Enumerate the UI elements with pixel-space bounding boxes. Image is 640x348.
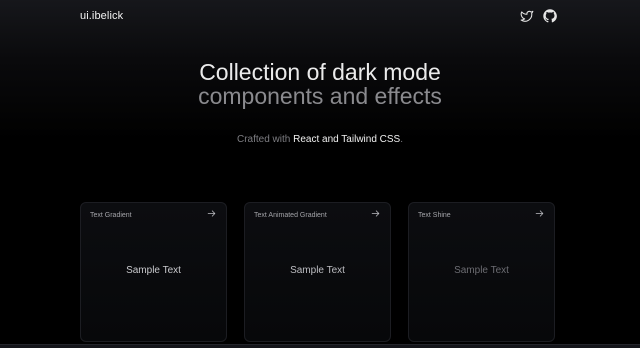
subtitle-suffix: .	[400, 134, 404, 145]
arrow-right-icon[interactable]	[535, 209, 544, 218]
site-header: ui.ibelick	[0, 0, 640, 34]
subtitle-prefix: Crafted with	[236, 134, 294, 145]
arrow-right-icon[interactable]	[371, 209, 380, 218]
sample-text: Sample Text	[454, 265, 509, 276]
card-text-shine[interactable]: Text Shine Sample Text	[408, 202, 555, 342]
twitter-icon[interactable]	[520, 9, 534, 23]
site-logo[interactable]: ui.ibelick	[80, 10, 123, 22]
hero-title-line2: components and effects	[198, 83, 442, 109]
arrow-right-icon[interactable]	[207, 209, 216, 218]
subtitle-highlight: React and Tailwind CSS	[293, 134, 401, 145]
bottom-divider	[0, 344, 640, 348]
hero-title-line1: Collection of dark mode	[199, 59, 441, 85]
card-text-gradient[interactable]: Text Gradient Sample Text	[80, 202, 227, 342]
card-title: Text Animated Gradient	[254, 212, 327, 219]
card-title: Text Gradient	[90, 212, 132, 219]
sample-text: Sample Text	[290, 265, 345, 276]
github-icon[interactable]	[543, 9, 557, 23]
page: ui.ibelick Collection of dark mode compo…	[0, 0, 640, 348]
hero-subtitle: Crafted with React and Tailwind CSS.	[0, 134, 640, 145]
hero-section: Collection of dark mode components and e…	[0, 60, 640, 108]
card-text-animated-gradient[interactable]: Text Animated Gradient Sample Text	[244, 202, 391, 342]
sample-text: Sample Text	[126, 265, 181, 276]
card-title: Text Shine	[418, 212, 451, 219]
